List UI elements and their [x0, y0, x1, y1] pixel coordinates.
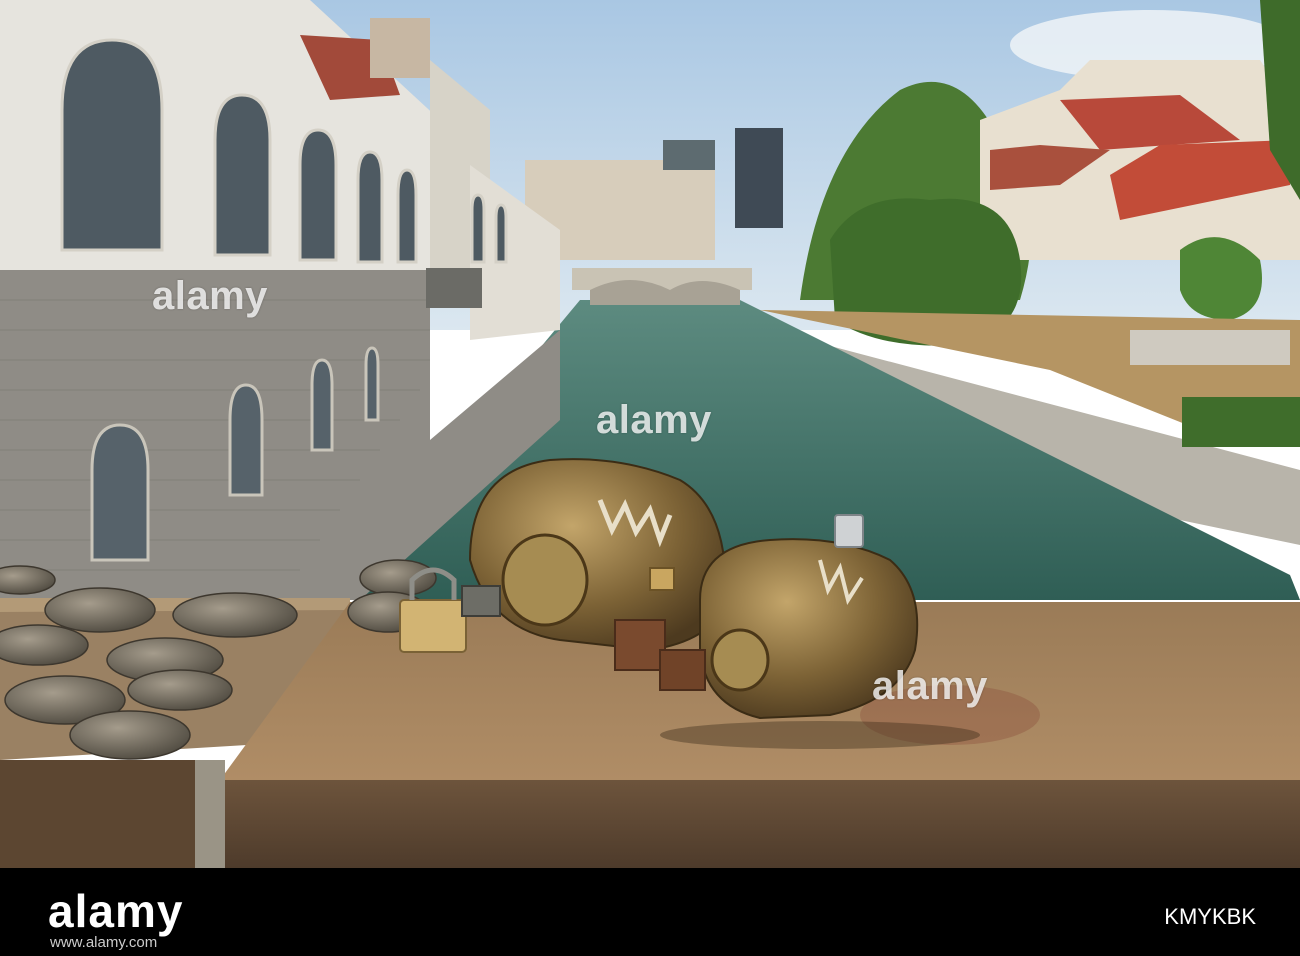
padlock-rusty: [614, 619, 666, 671]
padlock-rusty: [659, 649, 706, 691]
railing-joint: [195, 760, 225, 868]
watermark: alamy: [596, 398, 712, 442]
bronze-plate: [359, 559, 437, 597]
riverside-terrace: [1130, 330, 1290, 365]
bronze-plate: [0, 624, 89, 666]
arched-window: [228, 383, 264, 497]
distant-tower: [663, 140, 715, 170]
watermark: alamy: [152, 274, 268, 318]
bronze-plate: [69, 710, 191, 760]
arched-window: [364, 346, 380, 422]
arched-window: [494, 203, 508, 264]
footer-url[interactable]: www.alamy.com: [50, 934, 157, 951]
balcony: [426, 268, 482, 308]
bronze-plate: [127, 669, 233, 711]
sculpture-eye: [501, 533, 589, 627]
railing-front: [220, 780, 1300, 868]
footer-logo[interactable]: alamy: [48, 884, 183, 938]
bronze-plate: [44, 587, 156, 633]
arched-window: [470, 193, 486, 264]
railing-front-left: [0, 760, 205, 868]
arched-window: [310, 358, 334, 452]
hedge: [1182, 397, 1300, 447]
arched-window: [298, 128, 338, 262]
bronze-plate: [172, 592, 298, 638]
sculpture-eye: [710, 628, 770, 692]
sculpture-shadow: [660, 721, 980, 749]
bronze-plate: [0, 565, 56, 595]
image-id: KMYKBK: [1164, 904, 1256, 929]
padlock-grey: [461, 585, 501, 617]
arched-window: [60, 38, 164, 252]
tower: [370, 18, 430, 78]
arched-window: [213, 93, 272, 257]
padlock-silver: [834, 514, 864, 548]
padlock-small: [649, 567, 675, 591]
arched-window: [90, 423, 150, 562]
footer-bar: [0, 868, 1300, 956]
distant-tower: [735, 128, 783, 228]
arched-window: [356, 150, 384, 264]
arched-window: [396, 168, 418, 264]
padlock-brass: [399, 599, 467, 653]
watermark: alamy: [872, 664, 988, 708]
